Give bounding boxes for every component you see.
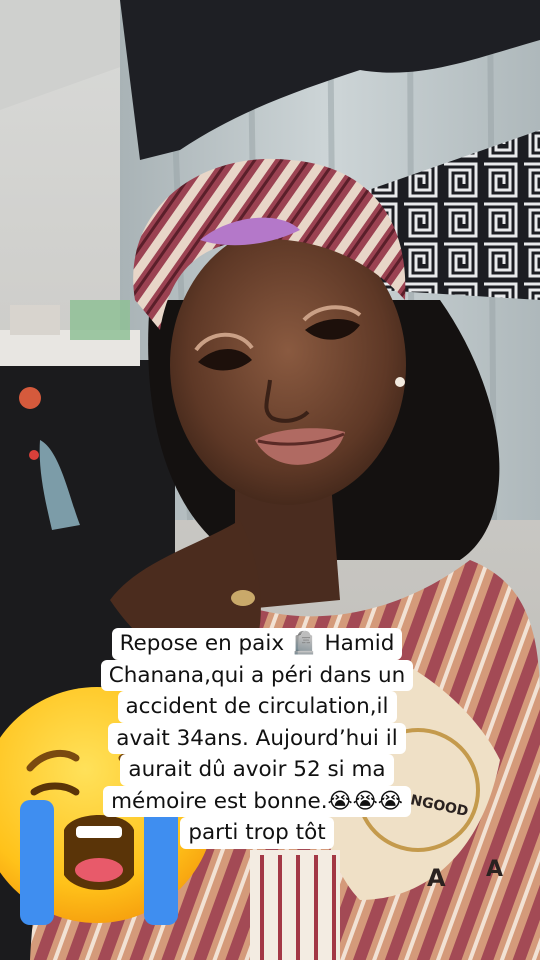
svg-text:A: A	[427, 864, 446, 892]
caption-line: parti trop tôt	[180, 817, 334, 849]
caption-line: Repose en paix 🪦 Hamid	[111, 628, 403, 660]
caption-line: accident de circulation,il	[117, 691, 397, 723]
video-frame: A A ANGOOD Repose en paix 🪦 Hamid Chanan…	[0, 0, 540, 960]
caption-line: mémoire est bonne.😭😭😭	[103, 785, 411, 817]
caption-box: Repose en paix 🪦 Hamid Chanana,qui a pér…	[84, 628, 430, 849]
caption-line: aurait dû avoir 52 si ma	[120, 754, 394, 786]
caption-line: Chanana,qui a péri dans un	[100, 659, 414, 691]
svg-text:A: A	[486, 857, 503, 882]
caption-line: avait 34ans. Aujourd’hui il	[108, 722, 406, 754]
